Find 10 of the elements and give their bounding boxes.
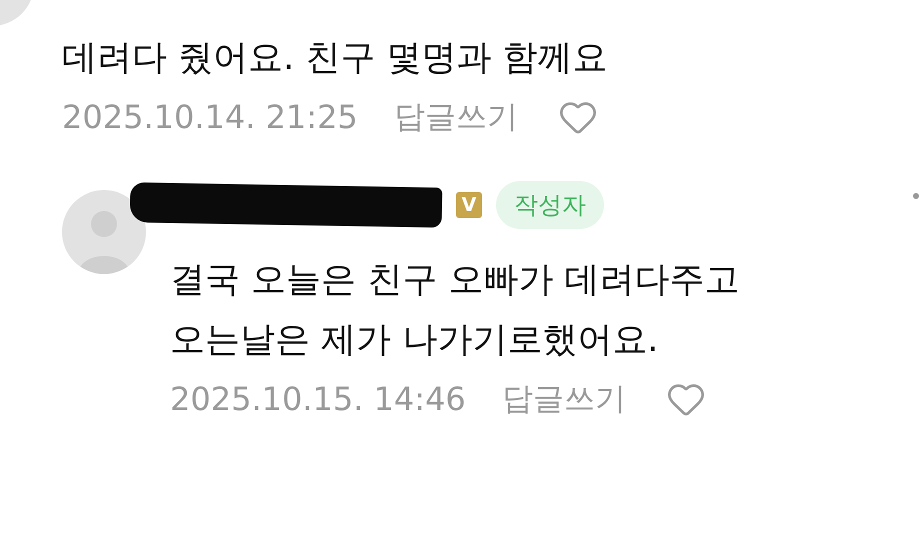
comment-date: 2025.10.14. 21:25 bbox=[62, 98, 358, 136]
reply-link[interactable]: 답글쓰기 bbox=[394, 96, 518, 138]
comment-text: 오는날은 제가 나가기로했어요. bbox=[170, 319, 660, 362]
comment-text: 데려다 줬어요. 친구 몇명과 함께요 bbox=[62, 37, 609, 80]
author-tag: 작성자 bbox=[496, 181, 604, 229]
verified-badge: V bbox=[456, 192, 482, 218]
more-dot-icon[interactable] bbox=[913, 193, 919, 199]
comment-text: 결국 오늘은 친구 오빠가 데려다주고 bbox=[170, 259, 740, 302]
comment-date: 2025.10.15. 14:46 bbox=[170, 380, 466, 418]
reply-link[interactable]: 답글쓰기 bbox=[502, 378, 626, 420]
